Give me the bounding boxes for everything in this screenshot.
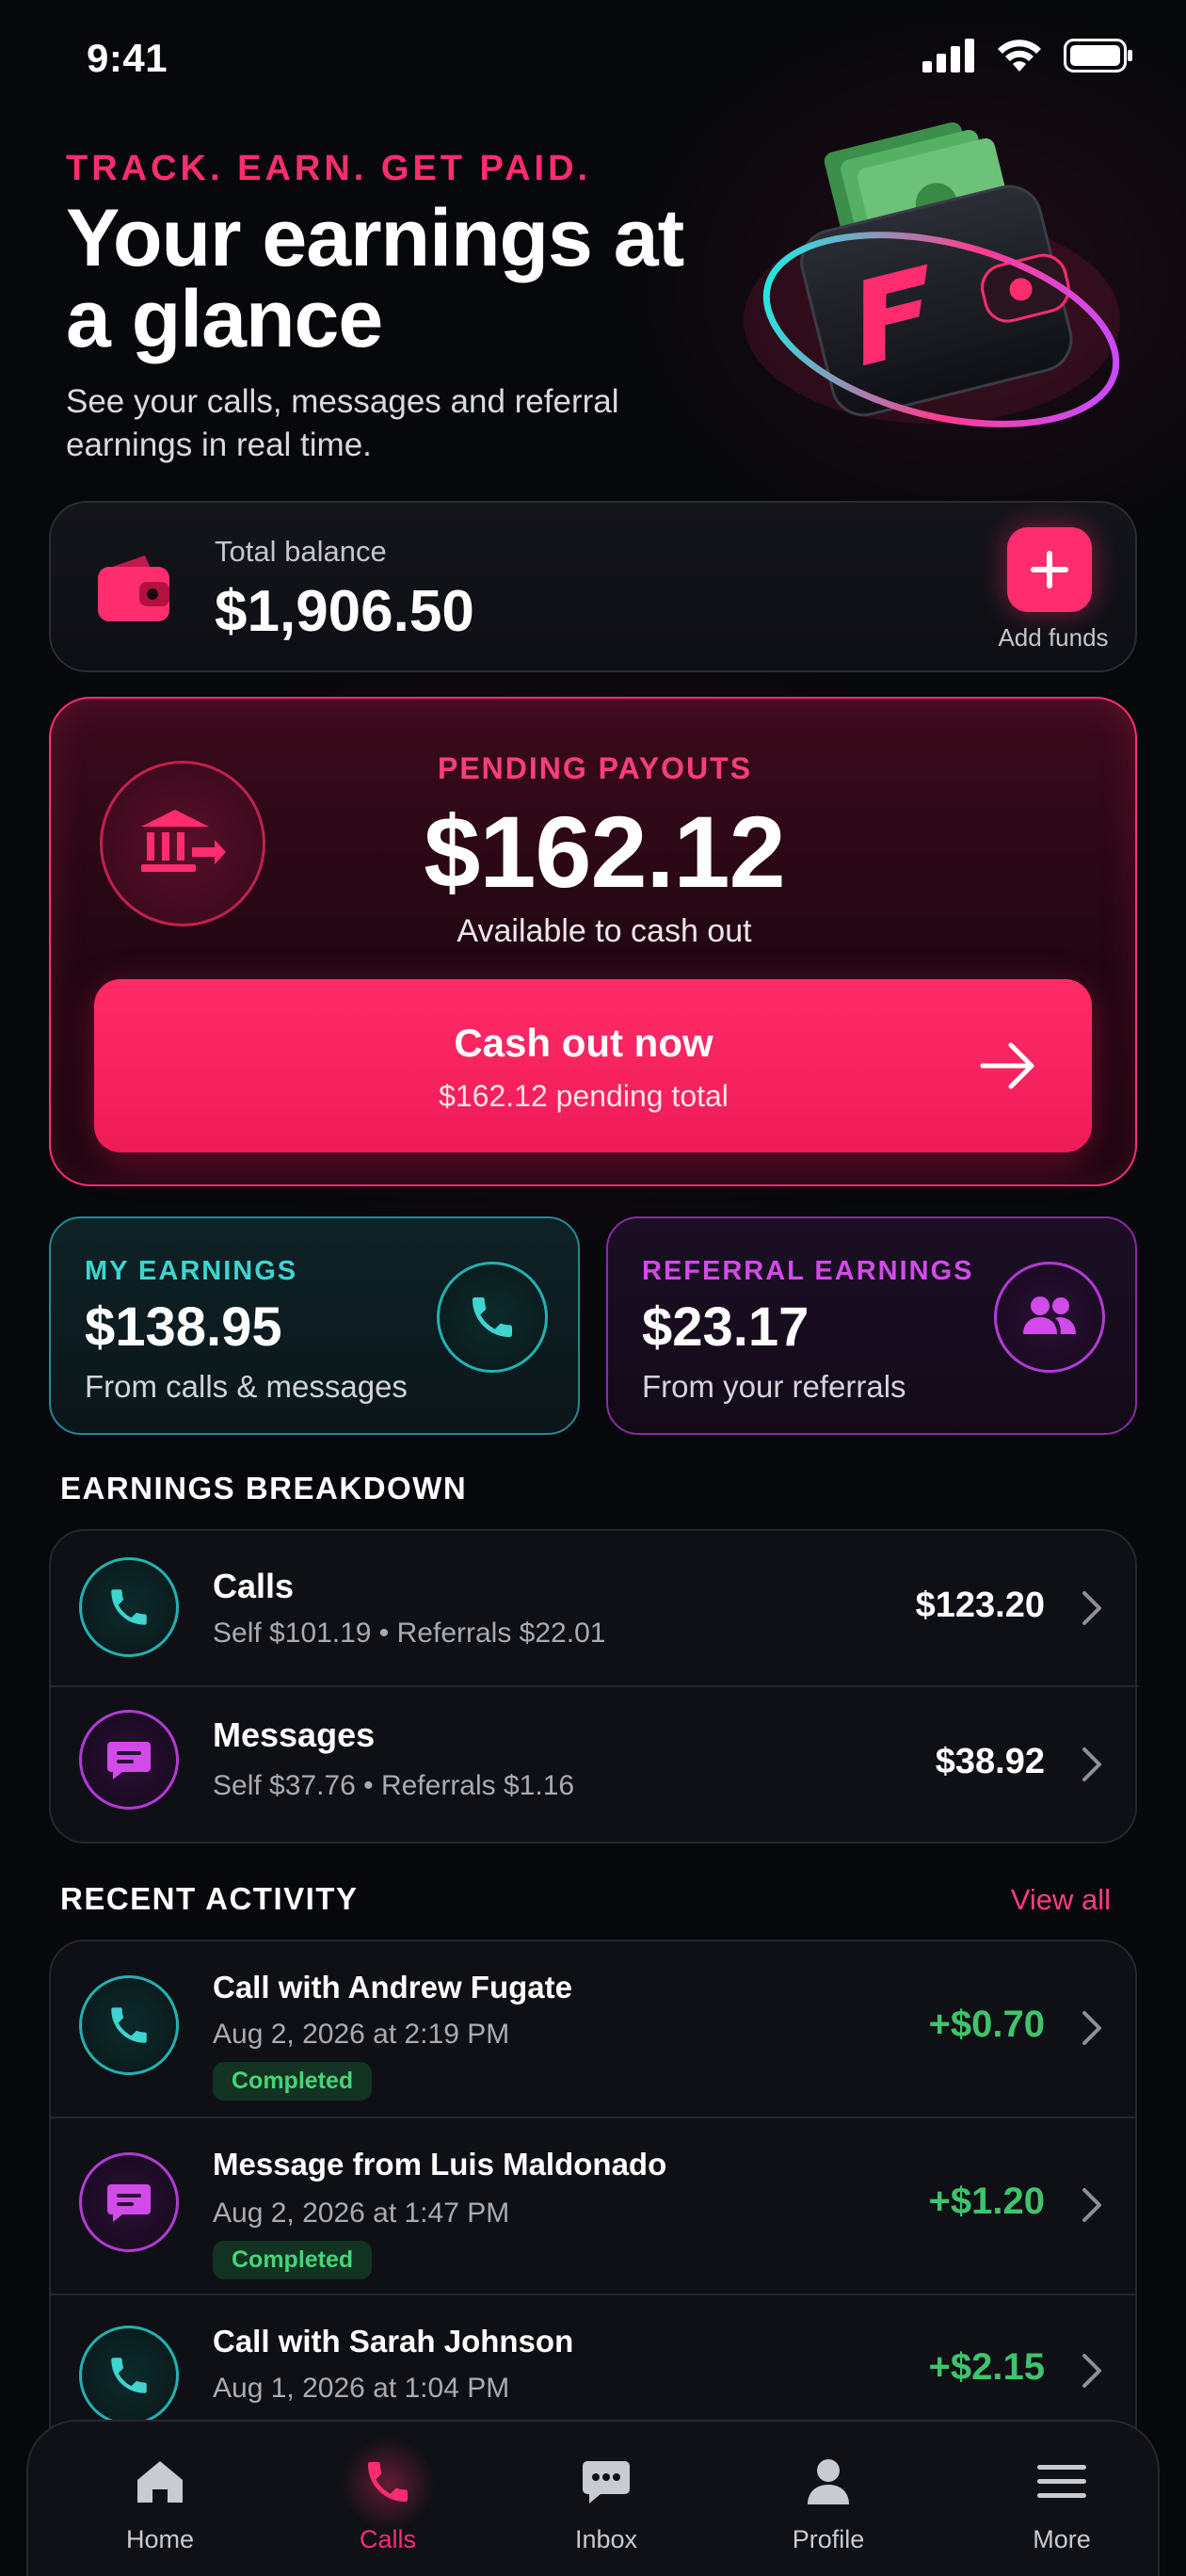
breakdown-row-amount: $38.92 (935, 1742, 1045, 1781)
my-earnings-value: $138.95 (85, 1296, 282, 1358)
activity-time: Aug 2, 2026 at 1:47 PM (213, 2198, 510, 2229)
balance-card: Total balance $1,906.50 Add funds (49, 501, 1137, 672)
phone-icon (111, 1589, 147, 1625)
message-icon (107, 2184, 151, 2222)
activity-time: Aug 1, 2026 at 1:04 PM (213, 2373, 510, 2404)
battery-icon (1064, 39, 1132, 72)
referral-earnings-sub: From your referrals (642, 1369, 906, 1404)
hero-subtitle: See your calls, messages and referral ea… (66, 383, 619, 463)
people-icon (1023, 1296, 1076, 1334)
status-badge: Completed (213, 2062, 373, 2101)
tab-calls[interactable]: Calls (294, 2422, 482, 2576)
referral-earnings-label: REFERRAL EARNINGS (642, 1256, 974, 1286)
arrow-right-icon (980, 1042, 1034, 1089)
payout-subtitle: Available to cash out (457, 913, 752, 949)
breakdown-row-calls[interactable]: Calls Self $101.19 • Referrals $22.01 $1… (51, 1531, 1139, 1685)
breakdown-row-amount: $123.20 (915, 1586, 1045, 1625)
tab-inbox-label: Inbox (574, 2525, 638, 2553)
breakdown-title: EARNINGS BREAKDOWN (60, 1471, 468, 1505)
activity-amount: +$1.20 (928, 2181, 1045, 2222)
referral-earnings-card[interactable]: REFERRAL EARNINGS $23.17 From your refer… (606, 1216, 1137, 1435)
tab-home-label: Home (125, 2525, 195, 2553)
message-icon (107, 1742, 151, 1779)
view-all-link[interactable]: View all (941, 1883, 1111, 1917)
tab-profile[interactable]: Profile (734, 2422, 922, 2576)
cash-out-title: Cash out now (454, 1021, 713, 1065)
phone-icon (111, 2007, 147, 2043)
tab-profile-label: Profile (792, 2525, 865, 2553)
my-earnings-card[interactable]: MY EARNINGS $138.95 From calls & message… (49, 1216, 580, 1435)
status-time: 9:41 (87, 36, 168, 80)
hero-eyebrow: TRACK. EARN. GET PAID. (66, 149, 592, 188)
hero-title: Your earnings at a glance (66, 193, 684, 364)
breakdown-row-title: Calls (213, 1567, 295, 1605)
phone-icon-badge (79, 2326, 179, 2425)
breakdown-row-sub: Self $37.76 • Referrals $1.16 (213, 1770, 575, 1801)
activity-title: Message from Luis Maldonado (213, 2147, 667, 2182)
tab-calls-label: Calls (359, 2525, 416, 2553)
activity-item[interactable]: Call with Andrew Fugate Aug 2, 2026 at 2… (51, 1941, 1135, 2117)
wallet-illustration (744, 121, 1120, 427)
payout-value: $162.12 (424, 795, 785, 909)
chevron-right-icon (1082, 2011, 1101, 2045)
my-earnings-sub: From calls & messages (85, 1369, 408, 1404)
tab-more-label: More (1033, 2525, 1091, 2553)
activity-title: Call with Sarah Johnson (213, 2324, 574, 2359)
chevron-right-icon (1082, 1747, 1101, 1781)
chevron-right-icon (1082, 2354, 1101, 2388)
activity-item[interactable]: Message from Luis Maldonado Aug 2, 2026 … (51, 2118, 1135, 2294)
breakdown-row-title: Messages (213, 1715, 376, 1754)
chat-icon (583, 2461, 630, 2504)
wifi-icon (998, 40, 1041, 72)
activity-amount: +$0.70 (928, 2004, 1045, 2045)
status-icons (922, 38, 1133, 73)
earnings-breakdown-list: Calls Self $101.19 • Referrals $22.01 $1… (49, 1529, 1139, 1843)
bottom-tab-bar: Home Calls Inbox Profile More (26, 2420, 1160, 2576)
phone-icon (368, 2462, 408, 2502)
activity-time: Aug 2, 2026 at 2:19 PM (213, 2019, 510, 2050)
pending-payouts-card: PENDING PAYOUTS $162.12 Available to cas… (49, 697, 1137, 1186)
tab-inbox[interactable]: Inbox (512, 2422, 700, 2576)
people-icon-badge (994, 1262, 1105, 1373)
breakdown-row-sub: Self $101.19 • Referrals $22.01 (213, 1618, 606, 1649)
plus-icon (1031, 551, 1068, 588)
add-funds-label[interactable]: Add funds (983, 623, 1124, 652)
activity-title: RECENT ACTIVITY (60, 1881, 359, 1916)
breakdown-row-messages[interactable]: Messages Self $37.76 • Referrals $1.16 $… (51, 1687, 1139, 1843)
balance-label: Total balance (215, 535, 387, 568)
cash-out-button[interactable]: Cash out now $162.12 pending total (94, 979, 1092, 1152)
cash-out-subtitle: $162.12 pending total (439, 1079, 729, 1113)
message-icon-badge (79, 2152, 179, 2252)
chevron-right-icon (1082, 2188, 1101, 2222)
activity-amount: +$2.15 (928, 2346, 1045, 2388)
add-funds-button[interactable] (1007, 527, 1092, 612)
referral-earnings-value: $23.17 (642, 1296, 809, 1358)
phone-icon (111, 2358, 147, 2393)
phone-icon-badge (437, 1262, 548, 1373)
signal-icon (922, 39, 974, 72)
home-icon (137, 2461, 183, 2503)
my-earnings-label: MY EARNINGS (85, 1256, 298, 1286)
tab-more[interactable]: More (968, 2422, 1156, 2576)
chevron-right-icon (1082, 1591, 1101, 1625)
phone-icon-badge (79, 1975, 179, 2075)
payout-label: PENDING PAYOUTS (437, 751, 753, 785)
phone-icon-badge (79, 1557, 179, 1657)
tab-home[interactable]: Home (66, 2422, 254, 2576)
status-badge: Completed (213, 2241, 373, 2279)
wallet-icon (98, 555, 169, 621)
phone-icon (473, 1297, 512, 1337)
activity-title: Call with Andrew Fugate (213, 1970, 572, 2004)
person-icon (808, 2459, 849, 2504)
message-icon-badge (79, 1710, 179, 1810)
balance-value: $1,906.50 (215, 579, 474, 644)
menu-icon (1037, 2465, 1086, 2498)
